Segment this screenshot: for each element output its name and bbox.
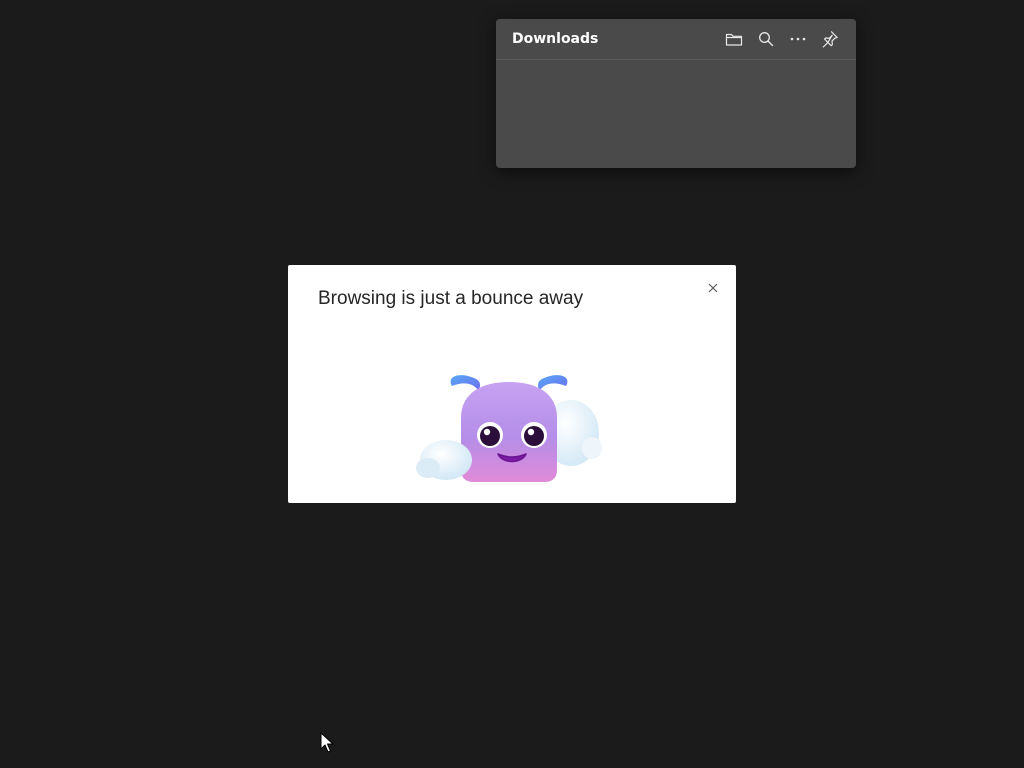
pin-icon [822, 31, 838, 48]
close-button[interactable] [702, 277, 724, 299]
search-downloads-button[interactable] [750, 25, 782, 53]
bounce-mascot-illustration [416, 375, 602, 482]
downloads-list [496, 60, 856, 168]
more-options-button[interactable] [782, 25, 814, 53]
downloads-title: Downloads [512, 31, 599, 47]
downloads-header: Downloads [496, 19, 856, 60]
close-icon [708, 283, 718, 293]
bounce-dialog: Browsing is just a bounce away [288, 265, 736, 503]
mouse-cursor-icon [320, 732, 334, 753]
dialog-title: Browsing is just a bounce away [318, 288, 584, 309]
more-icon [790, 37, 806, 41]
folder-icon [725, 33, 743, 46]
pin-button[interactable] [814, 25, 846, 53]
open-folder-button[interactable] [718, 25, 750, 53]
downloads-panel: Downloads [496, 19, 856, 168]
desktop-background: Downloads Browsing is just a bounce away [0, 0, 1024, 768]
cloud-left [416, 440, 472, 480]
search-icon [759, 32, 774, 47]
